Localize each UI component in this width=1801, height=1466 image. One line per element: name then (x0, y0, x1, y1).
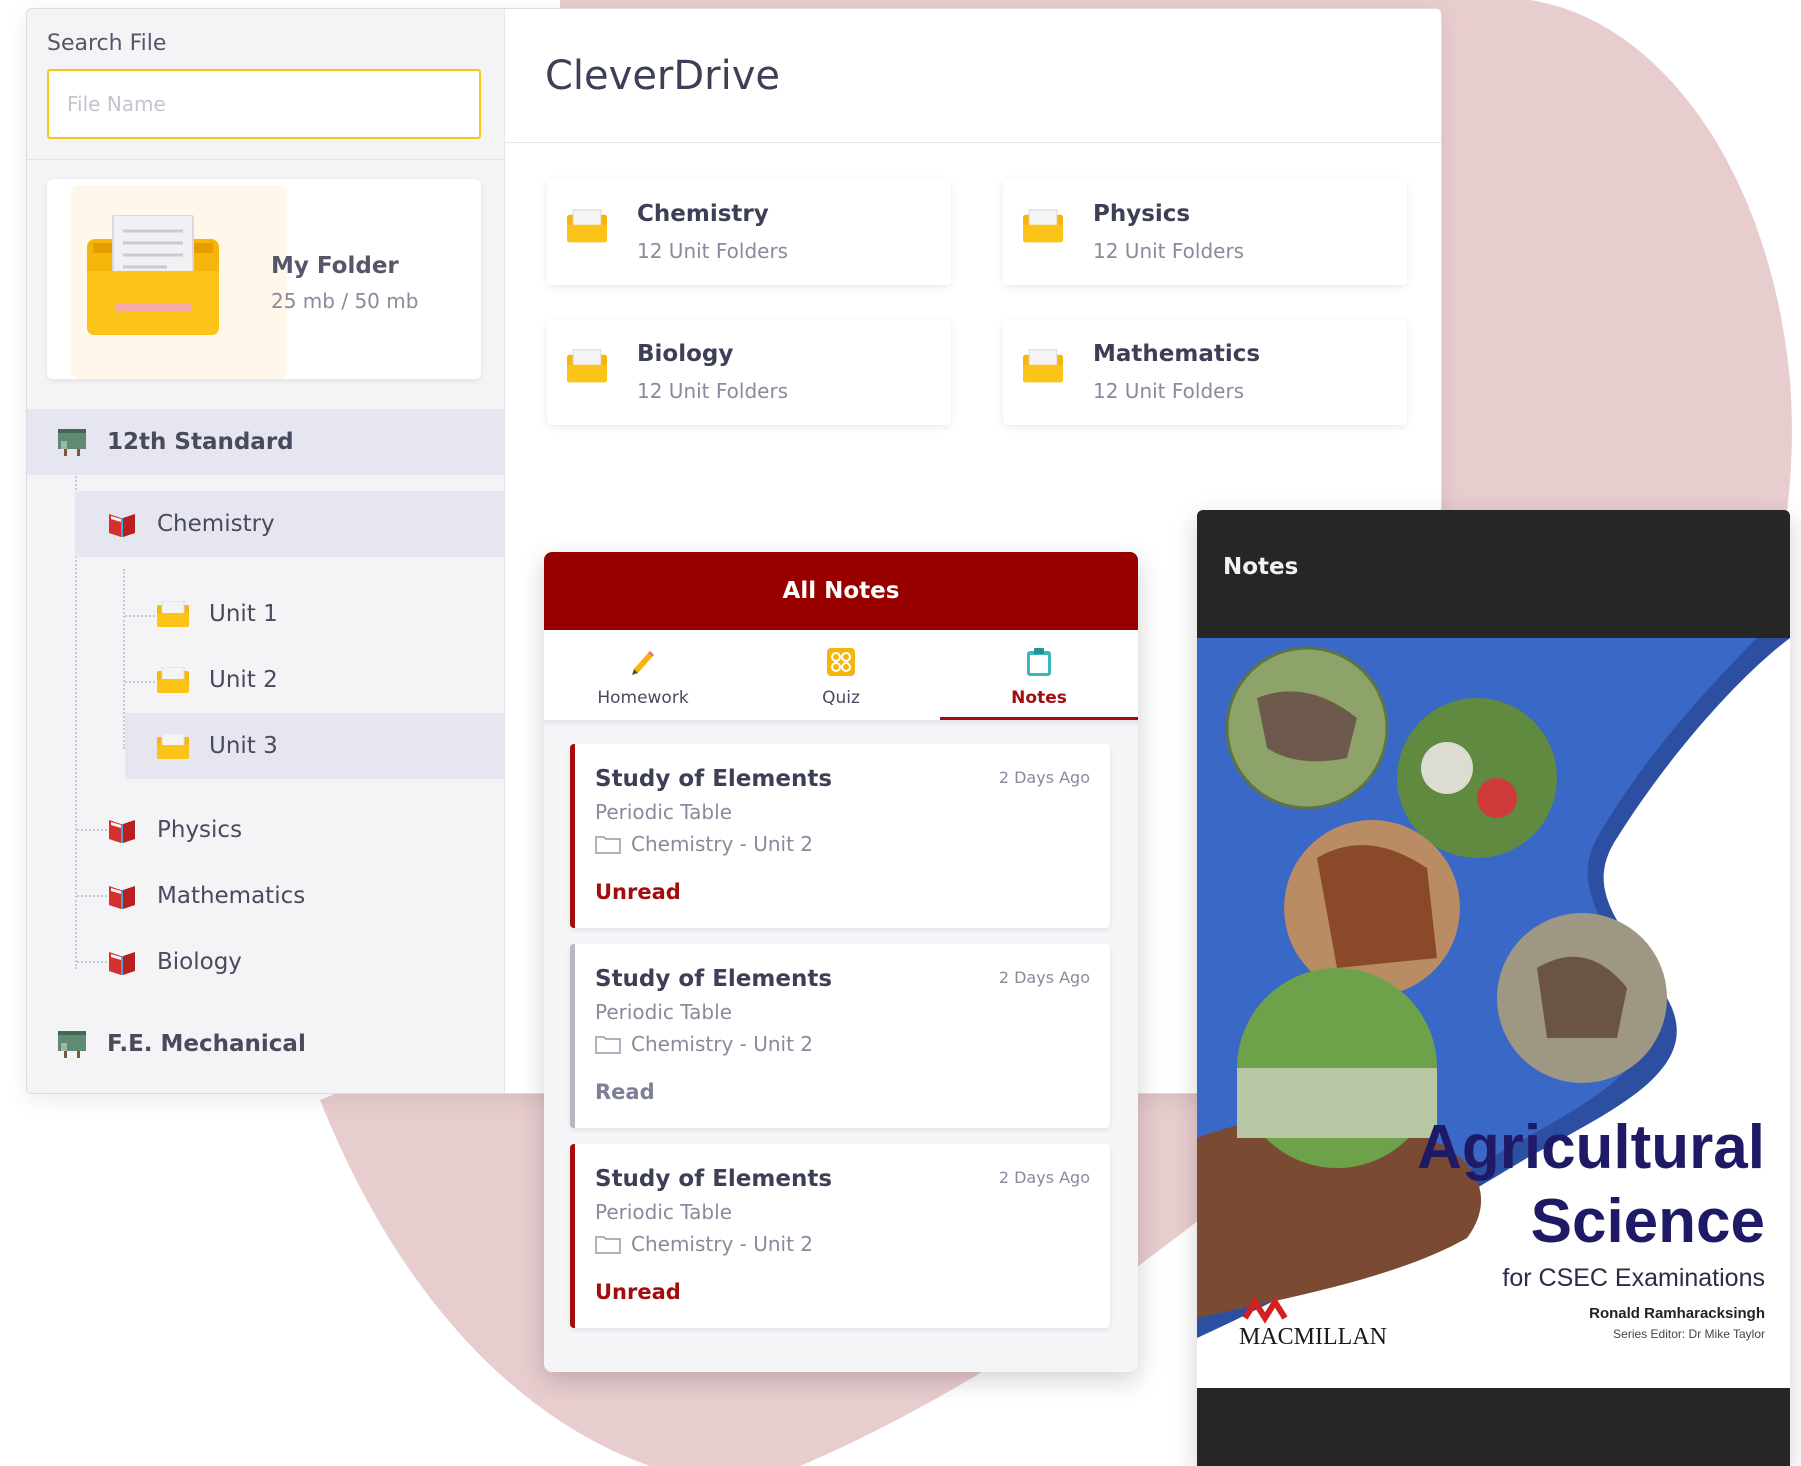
tree-item-biology[interactable]: Biology (75, 929, 505, 995)
folder-icon (87, 215, 219, 335)
clipboard-icon (1024, 647, 1054, 682)
grid-icon (826, 647, 856, 682)
note-time: 2 Days Ago (998, 1168, 1090, 1187)
book-icon (107, 816, 137, 844)
my-folder-size: 25 mb / 50 mb (271, 289, 419, 313)
folder-icon (157, 601, 189, 627)
folder-icon (567, 209, 607, 247)
subject-name: Mathematics (1093, 341, 1261, 367)
note-topic: Periodic Table (595, 1000, 732, 1024)
content-header: CleverDrive (505, 9, 1441, 143)
note-card[interactable]: Study of Elements 2 Days Ago Periodic Ta… (570, 744, 1110, 928)
folder-outline-icon (595, 1234, 621, 1254)
book-cover: Agricultural Science for CSEC Examinatio… (1197, 638, 1790, 1388)
book-title-line2: Science (1531, 1187, 1765, 1256)
subject-count: 12 Unit Folders (1093, 239, 1245, 263)
blackboard-icon (57, 427, 87, 457)
note-card[interactable]: Study of Elements 2 Days Ago Periodic Ta… (570, 1144, 1110, 1328)
subject-count: 12 Unit Folders (1093, 379, 1245, 403)
pencil-icon (628, 647, 658, 682)
note-path: Chemistry - Unit 2 (595, 1032, 813, 1056)
folder-outline-icon (595, 1034, 621, 1054)
note-title: Study of Elements (595, 1166, 833, 1192)
folder-outline-icon (595, 834, 621, 854)
tab-label: Quiz (822, 688, 860, 708)
my-folder-card[interactable]: My Folder 25 mb / 50 mb (47, 179, 481, 379)
book-icon (107, 510, 137, 538)
note-path-label: Chemistry - Unit 2 (631, 832, 814, 856)
blackboard-icon (57, 1029, 87, 1059)
sidebar: Search File My Folder 25 mb / 50 mb (27, 9, 505, 1093)
folder-icon (157, 667, 189, 693)
folder-icon (1023, 209, 1063, 247)
subject-card-biology[interactable]: Biology 12 Unit Folders (547, 319, 951, 425)
subject-name: Physics (1093, 201, 1191, 227)
book-author: Ronald Ramharacksingh (1589, 1305, 1765, 1322)
search-input[interactable] (47, 69, 481, 139)
tabs-shadow (544, 720, 1138, 728)
book-editor: Series Editor: Dr Mike Taylor (1613, 1327, 1765, 1341)
subject-card-physics[interactable]: Physics 12 Unit Folders (1003, 179, 1407, 285)
tree-label-unit-1: Unit 1 (209, 601, 278, 627)
tab-quiz[interactable]: Quiz (742, 630, 940, 720)
search-label: Search File (47, 31, 167, 56)
tab-label: Homework (597, 688, 689, 708)
book-subtitle: for CSEC Examinations (1502, 1264, 1765, 1292)
tree-label-unit-3: Unit 3 (209, 733, 278, 759)
book-icon (107, 882, 137, 910)
subject-card-chemistry[interactable]: Chemistry 12 Unit Folders (547, 179, 951, 285)
note-path-label: Chemistry - Unit 2 (631, 1232, 814, 1256)
tab-notes[interactable]: Notes (940, 630, 1138, 720)
my-folder-name: My Folder (271, 253, 399, 279)
note-title: Study of Elements (595, 766, 833, 792)
note-path: Chemistry - Unit 2 (595, 1232, 813, 1256)
tree-item-unit-1[interactable]: Unit 1 (125, 581, 505, 647)
publisher-logo: MACMILLAN (1239, 1324, 1387, 1350)
note-path-label: Chemistry - Unit 2 (631, 1032, 814, 1056)
tree-label-12th-standard: 12th Standard (107, 429, 294, 455)
tree-item-chemistry[interactable]: Chemistry (75, 491, 505, 557)
note-topic: Periodic Table (595, 800, 732, 824)
tree-label-mathematics: Mathematics (157, 883, 306, 909)
subject-name: Chemistry (637, 201, 769, 227)
notes-viewer: Notes Agricultural Science for CSEC Exam… (1197, 510, 1790, 1466)
tree-label-physics: Physics (157, 817, 243, 843)
note-status: Unread (595, 1280, 681, 1304)
tree-item-unit-3[interactable]: Unit 3 (125, 713, 505, 779)
tree-label-chemistry: Chemistry (157, 511, 275, 537)
tree-item-12th-standard[interactable]: 12th Standard (27, 409, 505, 475)
note-card[interactable]: Study of Elements 2 Days Ago Periodic Ta… (570, 944, 1110, 1128)
note-status: Unread (595, 880, 681, 904)
subject-card-mathematics[interactable]: Mathematics 12 Unit Folders (1003, 319, 1407, 425)
note-title: Study of Elements (595, 966, 833, 992)
subject-count: 12 Unit Folders (637, 379, 789, 403)
all-notes-panel: All Notes Homework Quiz Notes Study of E… (544, 552, 1138, 1372)
tree-item-physics[interactable]: Physics (75, 797, 505, 863)
tree-item-mathematics[interactable]: Mathematics (75, 863, 505, 929)
subject-name: Biology (637, 341, 734, 367)
tree-item-fe-mechanical[interactable]: F.E. Mechanical (27, 1011, 505, 1077)
note-path: Chemistry - Unit 2 (595, 832, 813, 856)
tab-label: Notes (1011, 688, 1067, 708)
tree-label-fe-mechanical: F.E. Mechanical (107, 1031, 306, 1057)
note-topic: Periodic Table (595, 1200, 732, 1224)
subject-count: 12 Unit Folders (637, 239, 789, 263)
tree-item-unit-2[interactable]: Unit 2 (125, 647, 505, 713)
note-status: Read (595, 1080, 655, 1104)
folder-icon (157, 733, 189, 759)
viewer-title: Notes (1223, 554, 1299, 580)
book-icon (107, 948, 137, 976)
divider (27, 159, 504, 160)
notes-panel-header: All Notes (544, 552, 1138, 630)
notes-tabs: Homework Quiz Notes (544, 630, 1138, 720)
folder-icon (567, 349, 607, 387)
tree-label-biology: Biology (157, 949, 242, 975)
tree-label-unit-2: Unit 2 (209, 667, 278, 693)
folder-icon (1023, 349, 1063, 387)
book-title-line1: Agricultural (1417, 1113, 1765, 1182)
tab-homework[interactable]: Homework (544, 630, 742, 720)
app-title: CleverDrive (545, 53, 781, 99)
note-time: 2 Days Ago (998, 768, 1090, 787)
note-time: 2 Days Ago (998, 968, 1090, 987)
